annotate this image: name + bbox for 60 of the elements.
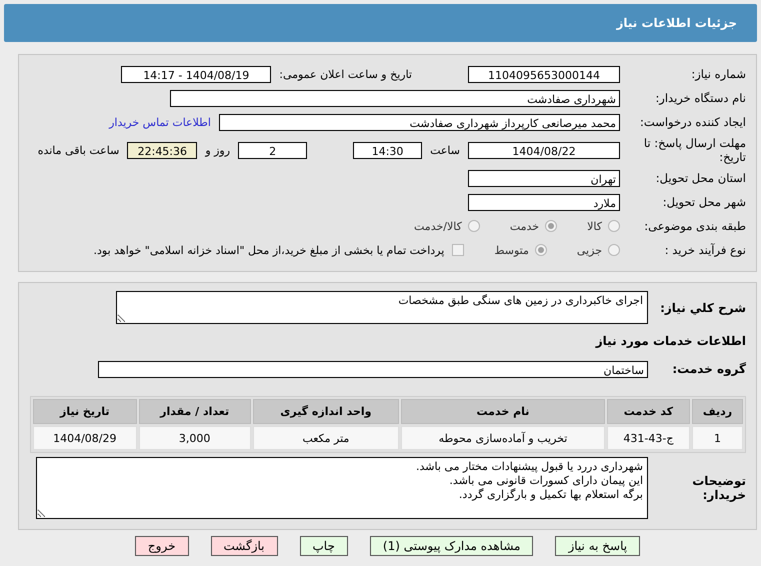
field-label: ساعت باقی مانده (38, 144, 120, 156)
field-label: نام دستگاه خریدار: (654, 91, 746, 105)
text-field[interactable]: شهرداری صفادشت (170, 90, 620, 106)
action-button[interactable]: پاسخ به نیاز (555, 536, 640, 556)
table-cell: تخریب و آماده‌سازی محوطه (401, 426, 605, 450)
option-label: خدمت (510, 220, 540, 232)
radio-button[interactable] (608, 220, 620, 232)
field-label: شهر محل تحویل: (662, 195, 746, 209)
field-label: تاریخ و ساعت اعلان عمومی: (279, 68, 412, 80)
table-cell: 3,000 (138, 426, 251, 450)
payment-note: پرداخت تمام یا بخشی از مبلغ خرید،از محل "اسناد خزانه اسلامی" خواهد بود. (94, 244, 444, 256)
field-label: ساعت (430, 144, 460, 156)
table-cell: ج-43-431 (606, 426, 690, 450)
field-label: نوع فرآیند خرید : (664, 243, 746, 257)
field-label: گروه خدمت: (671, 362, 746, 376)
radio-button[interactable] (468, 220, 480, 232)
column-header: ردیف (692, 399, 743, 424)
column-header: واحد اندازه گیری (252, 399, 400, 424)
exit-button[interactable]: بازگشت (210, 536, 278, 556)
radio-button[interactable] (545, 220, 558, 232)
text-field[interactable]: تهران (468, 170, 620, 186)
field-label: مهلت ارسال پاسخ: تا تاریخ: (642, 136, 746, 164)
field-label: ایجاد کننده درخواست: (639, 115, 746, 129)
text-field[interactable]: 22:45:36 (127, 142, 198, 158)
contact-link[interactable]: اطلاعات تماس خریدار (109, 116, 211, 128)
column-header: تعداد / مقدار (138, 399, 251, 424)
table-cell: 1 (692, 426, 743, 450)
action-button[interactable]: مشاهده مدارک پیوستی (1) (370, 536, 534, 556)
field-label: طبقه بندی موضوعی: (643, 219, 746, 233)
table-cell: 1404/08/29 (33, 426, 137, 450)
option-label: کالا/خدمت (414, 220, 462, 232)
column-header: نام خدمت (401, 399, 605, 424)
column-header: تاریخ نیاز (33, 399, 137, 424)
text-field[interactable]: 14:30 (353, 142, 422, 158)
field-label: روز و (205, 144, 230, 156)
option-label: کالا (587, 220, 602, 232)
radio-button[interactable] (608, 244, 620, 256)
field-label: توضیحات خریدار: (691, 474, 746, 502)
text-field[interactable]: محمد میرصانعی کارپرداز شهرداری صفادشت (219, 114, 620, 130)
action-button[interactable]: چاپ (300, 536, 348, 556)
text-field[interactable]: ملارد (468, 194, 620, 210)
field-label: استان محل تحویل: (654, 171, 746, 185)
option-label: متوسط (494, 244, 529, 256)
exit-button[interactable]: خروج (134, 536, 188, 556)
radio-button[interactable] (534, 244, 547, 256)
option-label: جزیی (576, 244, 602, 256)
field-label: شرح کلي نیاز: (659, 300, 746, 314)
page-title: جزئیات اطلاعات نیاز (616, 16, 737, 30)
table-cell: متر مکعب (252, 426, 400, 450)
text-field[interactable]: 1104095653000144 (468, 66, 620, 82)
description-field[interactable]: اجرای خاکبرداری در زمین های سنگی طبق مشخصات (116, 291, 648, 324)
text-field[interactable]: ساختمان (98, 360, 648, 378)
notes-field[interactable]: شهرداری دررد یا قبول پیشنهادات مختار می باشد. این پیمان دارای کسورات قانونی می باشد. برگه استعلام بها تکمیل و بارگزاری گردد. (36, 457, 648, 519)
text-field[interactable]: 1404/08/19 - 14:17 (121, 66, 272, 82)
field-label: شماره نیاز: (690, 67, 746, 81)
text-field[interactable]: 2 (238, 142, 308, 158)
column-header: کد خدمت (606, 399, 690, 424)
section-title: اطلاعات خدمات مورد نیاز (594, 334, 746, 348)
checkbox[interactable] (452, 244, 464, 256)
text-field[interactable]: 1404/08/22 (468, 142, 620, 158)
